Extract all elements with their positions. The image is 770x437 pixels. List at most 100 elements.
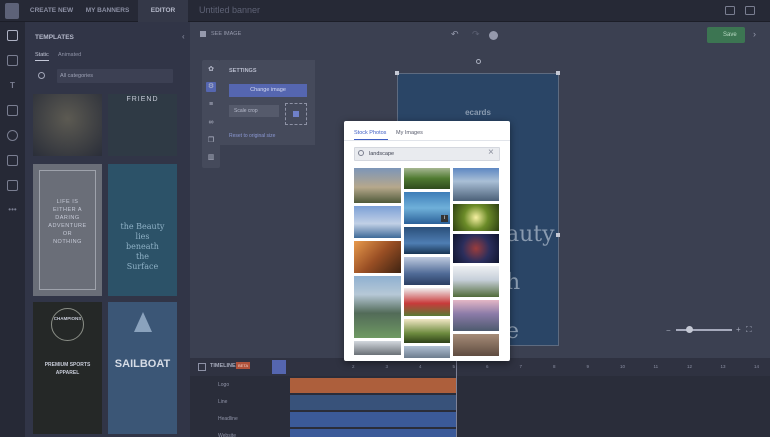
more-icon[interactable]: ••• [7, 204, 18, 215]
change-image-button[interactable]: Change image [229, 84, 307, 97]
comment-icon[interactable] [725, 6, 735, 15]
timeline-tick: 3 [385, 364, 389, 369]
stack-icon[interactable]: ≡ [206, 100, 216, 110]
track-headline-bar[interactable] [290, 412, 456, 427]
photo-thumb[interactable] [404, 346, 450, 358]
element-tools: ✿ ⚙ ≡ ∞ ❐ ▥ [202, 60, 220, 168]
photo-thumb[interactable] [354, 206, 401, 238]
panel-title: TEMPLATES [35, 34, 74, 41]
timeline-tick: 5 [452, 364, 456, 369]
fit-screen-icon[interactable]: ⛶ [746, 325, 752, 335]
crop-grid-icon[interactable] [285, 103, 307, 125]
photo-thumb[interactable] [453, 300, 499, 331]
search-input[interactable]: landscape [354, 147, 500, 161]
banner-title[interactable]: Untitled banner [199, 5, 260, 15]
layers-icon[interactable] [745, 6, 755, 15]
photo-thumb[interactable] [404, 168, 450, 189]
nav-create-new[interactable]: CREATE NEW [25, 0, 78, 22]
timeline-tick: 12 [687, 364, 693, 369]
photo-thumb[interactable] [453, 266, 499, 297]
photo-thumb[interactable] [453, 234, 499, 263]
track-website-bar[interactable] [290, 429, 456, 437]
collapse-icon[interactable]: ‹ [182, 32, 185, 41]
shapes-icon[interactable] [7, 130, 18, 141]
reset-size-link[interactable]: Reset to original size [229, 133, 275, 139]
photo-thumb[interactable] [453, 334, 499, 356]
track-line-bar[interactable] [290, 395, 456, 410]
play-icon[interactable] [489, 31, 498, 40]
resize-handle[interactable] [556, 71, 560, 75]
track-logo[interactable]: Logo [190, 378, 290, 393]
download-button[interactable]: SEE IMAGE [211, 31, 241, 37]
link-icon[interactable]: ∞ [206, 118, 216, 128]
zoom-slider-knob[interactable] [686, 326, 693, 333]
photo-thumb[interactable] [404, 257, 450, 285]
settings-title: SETTINGS [229, 68, 257, 74]
scale-select[interactable]: Scale crop [229, 105, 279, 117]
template-thumb[interactable]: SAILBOAT [108, 302, 177, 434]
chevron-right-icon[interactable]: › [753, 29, 756, 39]
templates-icon[interactable] [7, 30, 18, 41]
photo-thumb[interactable] [354, 168, 401, 203]
resize-handle[interactable] [395, 71, 399, 75]
zoom-slider[interactable] [676, 329, 732, 331]
template-thumb[interactable]: LIFE IS EITHER A DARING ADVENTURE OR NOTHING [33, 164, 102, 296]
info-icon[interactable]: i [441, 215, 448, 222]
duplicate-icon[interactable]: ❐ [206, 136, 216, 146]
zoom-out-icon[interactable]: − [666, 326, 671, 335]
zoom-in-icon[interactable]: + [736, 325, 741, 334]
clear-icon[interactable]: × [488, 147, 494, 158]
image-icon[interactable] [7, 105, 18, 116]
photo-thumb[interactable] [453, 168, 499, 201]
track-headline[interactable]: Headline [190, 412, 290, 427]
undo-icon[interactable]: ↶ [451, 29, 459, 40]
photo-thumb[interactable] [453, 204, 499, 231]
tab-animated[interactable]: Animated [58, 52, 81, 58]
text-icon[interactable]: T [7, 80, 18, 91]
tab-static[interactable]: Static [35, 52, 49, 61]
photo-thumb[interactable] [354, 276, 401, 338]
search-icon [38, 72, 45, 79]
photo-thumb[interactable]: i [404, 192, 450, 224]
template-thumb[interactable]: CHAMPIONS PREMIUM SPORTS APPAREL [33, 302, 102, 434]
nav-editor[interactable]: EDITOR [138, 0, 188, 22]
template-thumb[interactable]: FRIEND [108, 94, 177, 156]
playhead[interactable] [456, 358, 457, 437]
settings-icon[interactable]: ⚙ [206, 82, 216, 92]
template-thumb[interactable]: the Beauty lies beneath the Surface [108, 164, 177, 296]
resize-handle[interactable] [556, 233, 560, 237]
rotate-handle[interactable] [476, 59, 481, 64]
timeline-title: TIMELINE [210, 363, 236, 369]
save-button[interactable]: Save [707, 27, 745, 43]
editor-app: CREATE NEW MY BANNERS EDITOR Untitled ba… [0, 0, 770, 437]
track-website[interactable]: Website [190, 429, 290, 437]
tab-my-images[interactable]: My Images [396, 130, 423, 136]
templates-panel: TEMPLATES ‹ Static Animated All categori… [25, 22, 190, 437]
template-text: APPAREL [55, 370, 80, 376]
template-text: PREMIUM SPORTS [44, 362, 91, 368]
photo-thumb[interactable] [354, 341, 401, 355]
tab-stock-photos[interactable]: Stock Photos [354, 130, 386, 136]
track-line[interactable]: Line [190, 395, 290, 410]
photo-thumb[interactable] [404, 227, 450, 254]
photo-thumb[interactable] [404, 319, 450, 343]
category-select[interactable]: All categories [57, 69, 173, 83]
timeline-tick: 14 [754, 364, 760, 369]
photo-thumb[interactable] [404, 288, 450, 316]
nav-my-banners[interactable]: MY BANNERS [79, 0, 136, 22]
banner-text: auty [506, 222, 555, 247]
button-icon[interactable] [7, 155, 18, 166]
copy-icon[interactable] [7, 180, 18, 191]
redo-icon[interactable]: ↷ [472, 29, 480, 40]
track-logo-bar[interactable] [290, 378, 456, 393]
timeline-play-button[interactable] [272, 360, 286, 374]
timeline-tick: 4 [419, 364, 422, 369]
editor-toolbar: SEE IMAGE ↶ ↷ Save › [190, 22, 770, 49]
template-thumb[interactable] [33, 94, 102, 156]
trash-icon[interactable]: ▥ [206, 153, 216, 163]
palette-icon[interactable]: ✿ [206, 65, 216, 75]
photo-thumb[interactable] [354, 241, 401, 273]
lines-icon[interactable] [7, 55, 18, 66]
top-bar: CREATE NEW MY BANNERS EDITOR Untitled ba… [0, 0, 770, 22]
app-logo[interactable] [5, 3, 19, 19]
